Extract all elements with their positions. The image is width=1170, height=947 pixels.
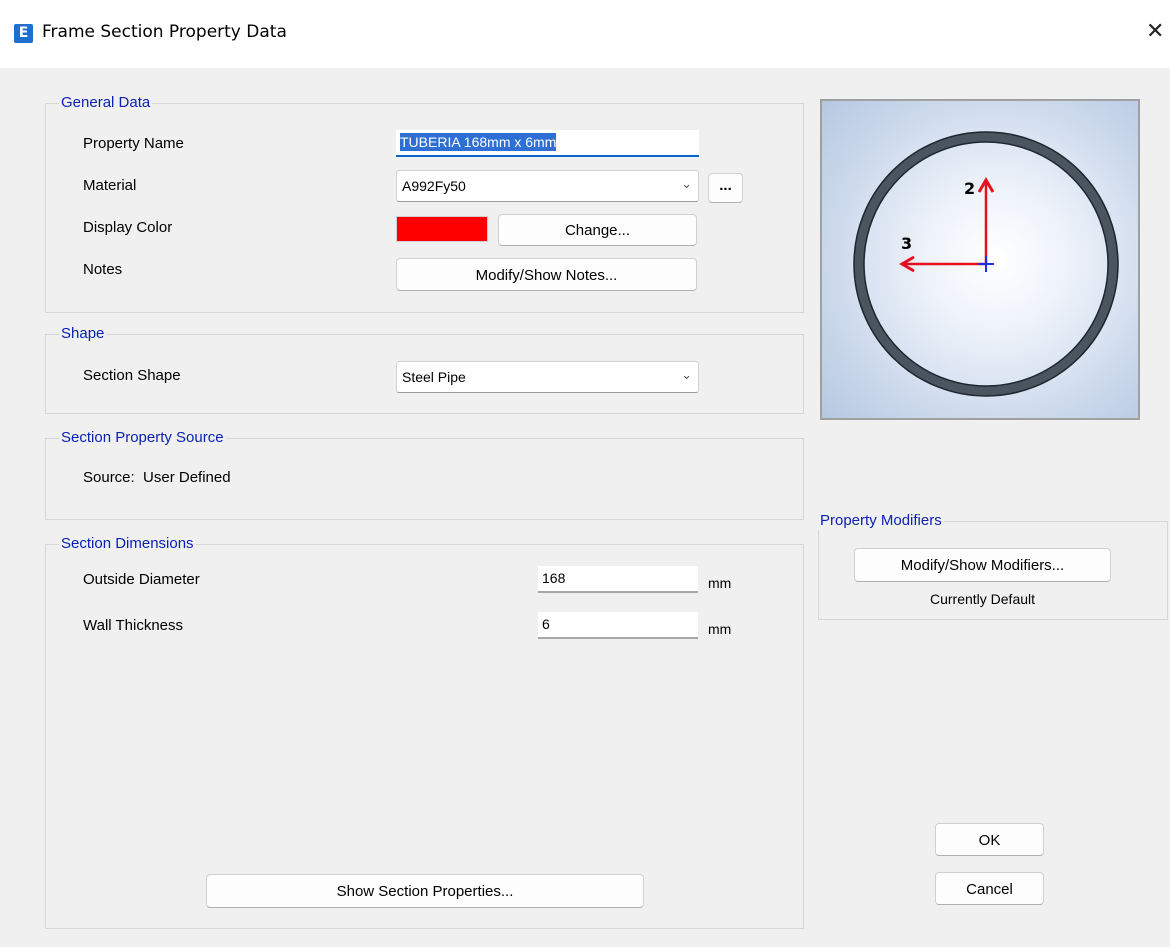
dialog-client-area: General Data Property Name TUBERIA 168mm… [10, 68, 1170, 947]
section-shape-select[interactable]: Steel Pipe ⌄ [396, 361, 699, 393]
shape-group-label: Shape [59, 325, 107, 343]
axis-3-label: 3 [901, 234, 912, 253]
section-preview-icon: 2 3 [820, 99, 1140, 420]
change-color-button[interactable]: Change... [498, 214, 697, 246]
section-dimensions-group: Section Dimensions [45, 535, 804, 929]
outside-diameter-value: 168 [542, 570, 566, 586]
property-modifiers-group-label: Property Modifiers [818, 512, 944, 530]
section-dimensions-group-label: Section Dimensions [59, 535, 196, 553]
show-section-properties-button[interactable]: Show Section Properties... [206, 874, 644, 908]
cancel-button[interactable]: Cancel [935, 872, 1044, 905]
chevron-down-icon: ⌄ [681, 368, 692, 383]
outside-diameter-label: Outside Diameter [83, 571, 200, 588]
section-shape-value: Steel Pipe [402, 369, 466, 385]
modify-show-modifiers-button[interactable]: Modify/Show Modifiers... [854, 548, 1111, 582]
axis-2-label: 2 [964, 179, 975, 198]
section-property-source-group-label: Section Property Source [59, 429, 226, 447]
material-value: A992Fy50 [402, 178, 466, 194]
modify-show-notes-button[interactable]: Modify/Show Notes... [396, 258, 697, 291]
section-shape-label: Section Shape [83, 367, 181, 384]
modifiers-status-text: Currently Default [929, 591, 1036, 607]
outside-diameter-unit: mm [708, 575, 732, 591]
property-name-input[interactable]: TUBERIA 168mm x 6mm [396, 130, 699, 157]
general-data-group-label: General Data [59, 94, 153, 112]
app-e-icon: E [14, 24, 33, 43]
section-preview-drawing: 2 3 [853, 131, 1119, 397]
display-color-swatch[interactable] [396, 216, 488, 242]
material-browse-button[interactable]: ... [708, 173, 743, 203]
wall-thickness-value: 6 [542, 616, 550, 632]
outside-diameter-input[interactable]: 168 [538, 566, 698, 593]
material-label: Material [83, 177, 137, 194]
ok-button[interactable]: OK [935, 823, 1044, 856]
wall-thickness-label: Wall Thickness [83, 617, 184, 634]
window-title: Frame Section Property Data [42, 22, 287, 42]
property-name-label: Property Name [83, 135, 184, 152]
source-text: Source: User Defined [83, 469, 231, 486]
property-name-value: TUBERIA 168mm x 6mm [400, 133, 557, 151]
title-bar: E Frame Section Property Data ✕ [0, 0, 1170, 68]
display-color-label: Display Color [83, 219, 173, 236]
material-select[interactable]: A992Fy50 ⌄ [396, 170, 699, 202]
chevron-down-icon: ⌄ [681, 177, 692, 192]
wall-thickness-unit: mm [708, 621, 732, 637]
close-icon[interactable]: ✕ [1146, 16, 1170, 48]
wall-thickness-input[interactable]: 6 [538, 612, 698, 639]
notes-label: Notes [83, 261, 123, 278]
